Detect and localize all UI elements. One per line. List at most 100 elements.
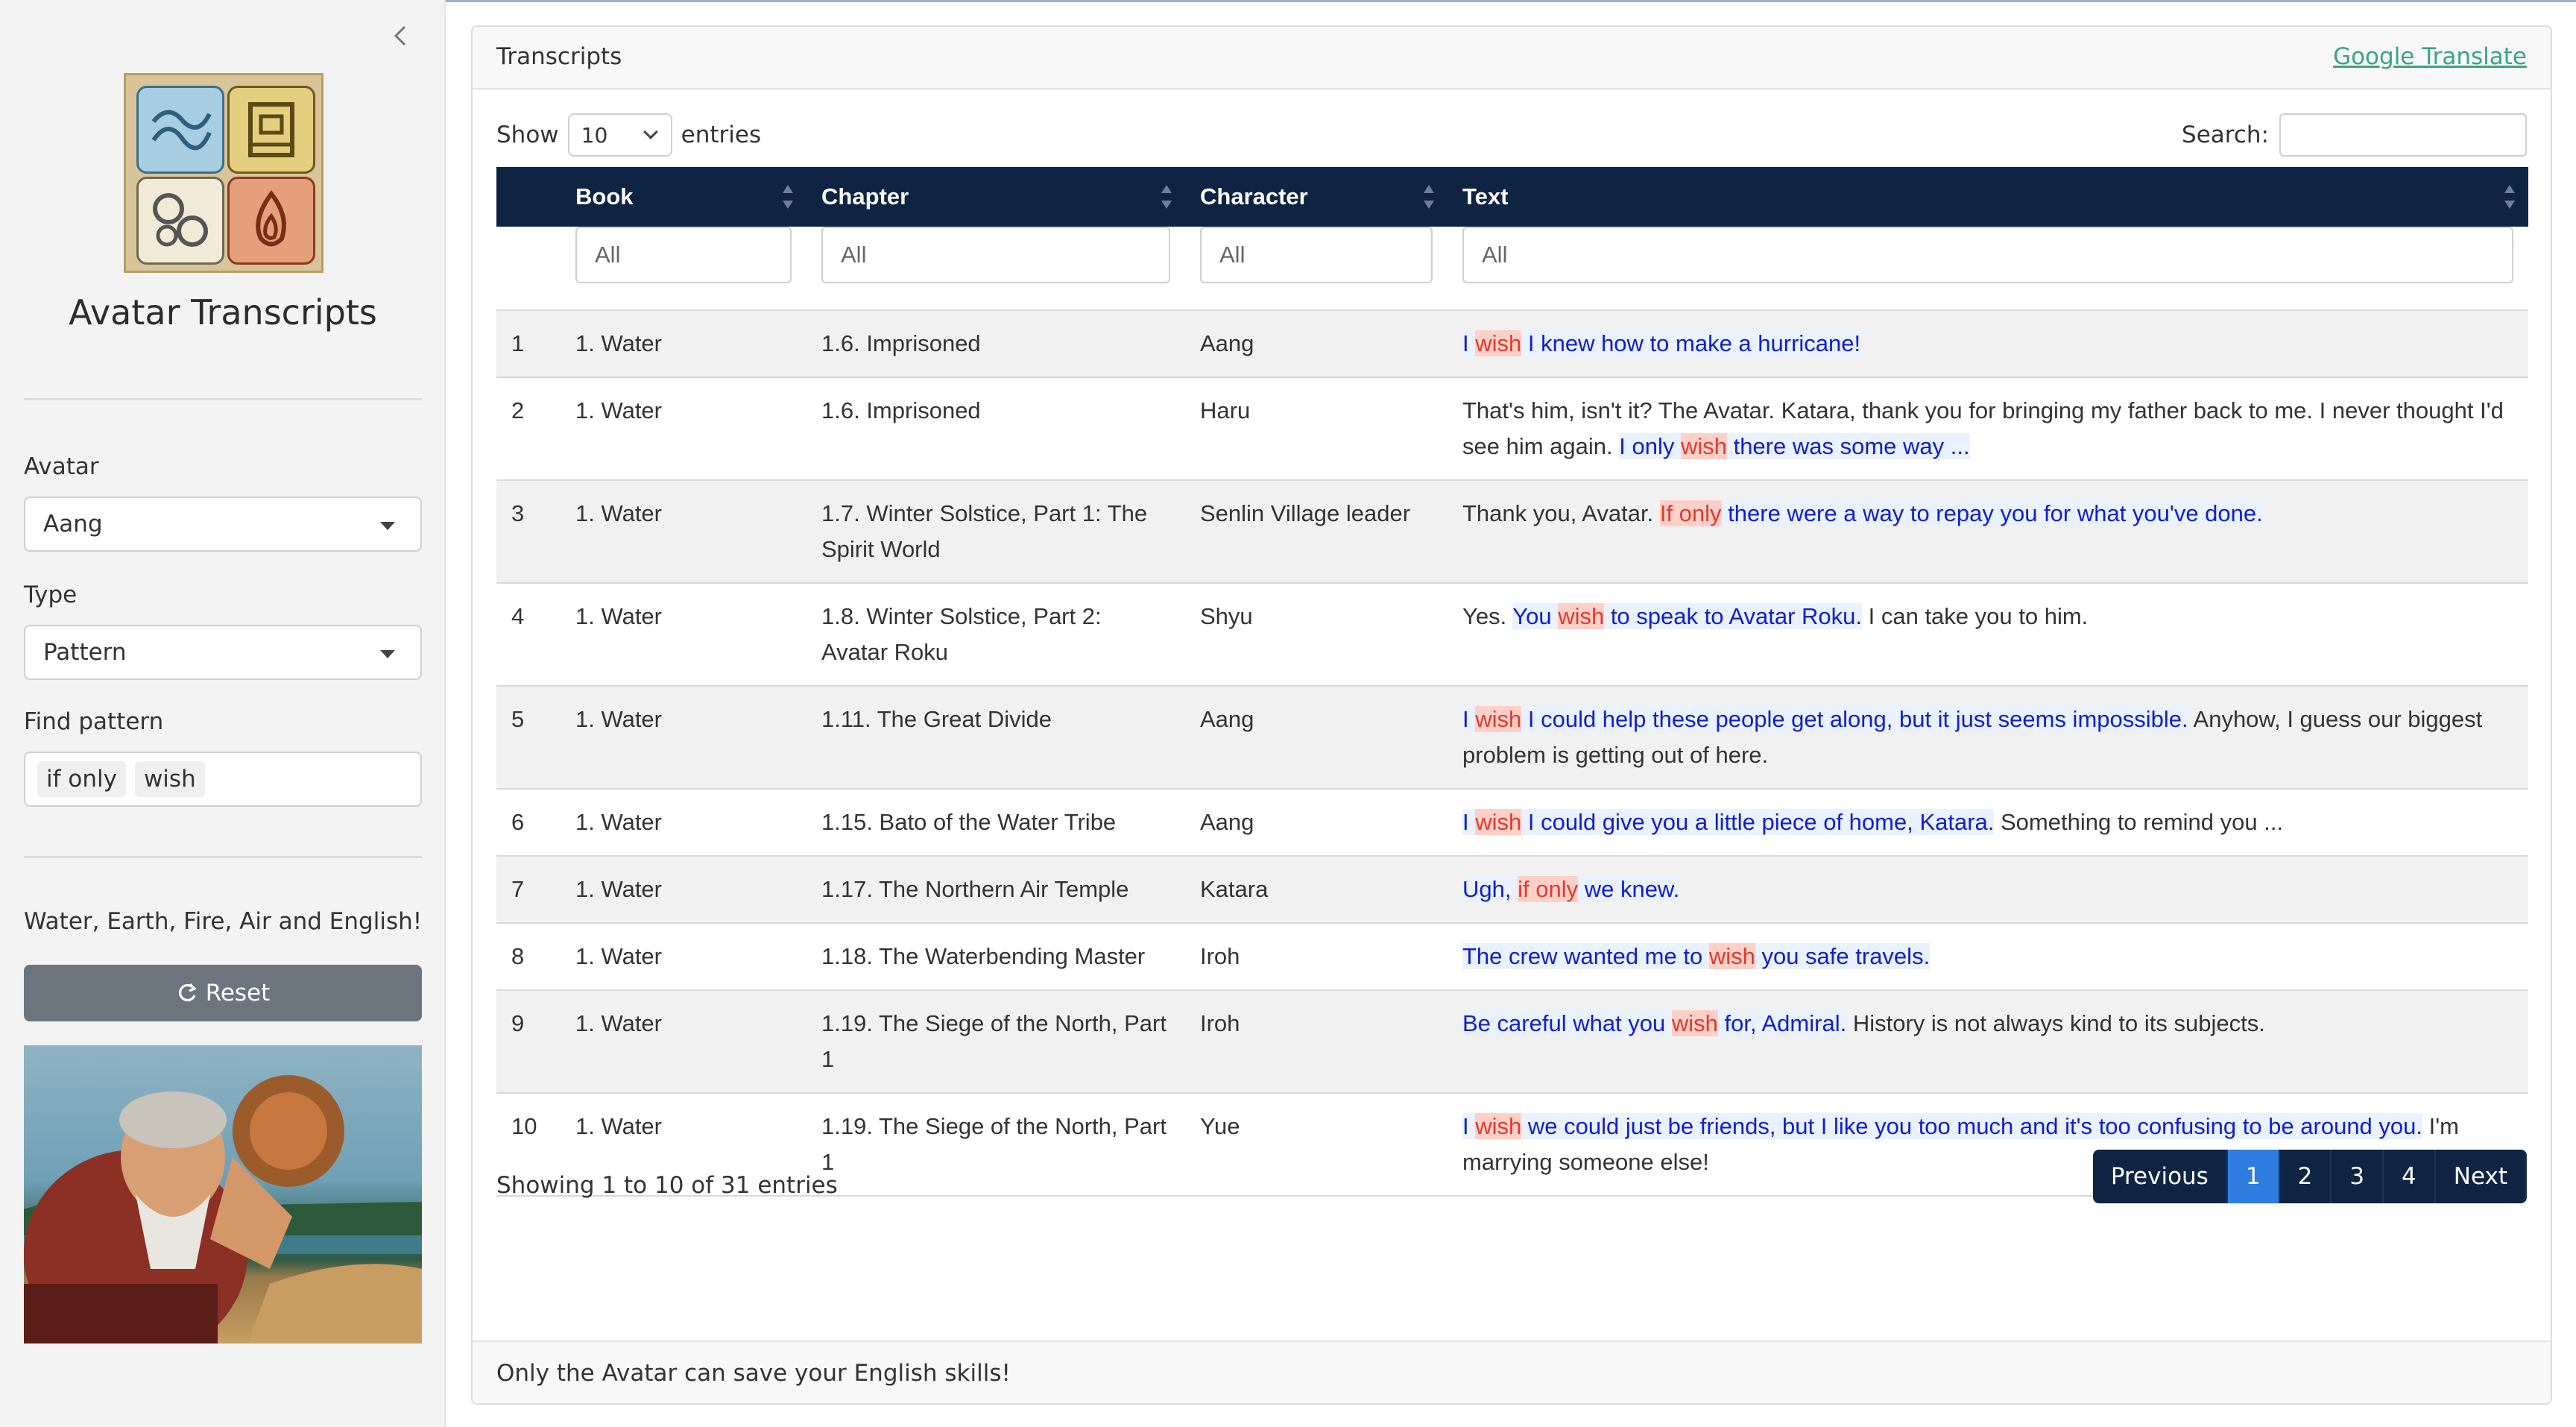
header-book[interactable]: Book: [561, 167, 806, 227]
table-row: 8 1. Water 1.18. The Waterbending Master Ir…: [496, 923, 2528, 991]
search-input[interactable]: [2279, 113, 2527, 157]
refresh-icon: [178, 983, 197, 1002]
character-cell: Aang: [1185, 789, 1448, 857]
book-filter-input[interactable]: All: [575, 227, 792, 283]
table-row: 4 1. Water 1.8. Winter Solstice, Part 2: A…: [496, 583, 2528, 687]
book-cell: 1. Water: [561, 377, 806, 481]
matched-sentence: I: [1462, 706, 1476, 732]
search-label: Search:: [2182, 122, 2269, 148]
header-chapter-label: Chapter: [821, 183, 909, 210]
character-cell: Shyu: [1185, 583, 1448, 687]
book-cell: 1. Water: [561, 480, 806, 584]
page-button-4[interactable]: 4: [2384, 1150, 2436, 1203]
table-row: 7 1. Water 1.17. The Northern Air Temple Ka…: [496, 856, 2528, 924]
table-row: 1 1. Water 1.6. Imprisoned Aang I wish I kne…: [496, 310, 2528, 378]
text-filter-input[interactable]: All: [1462, 227, 2513, 283]
chevron-left-icon[interactable]: [388, 22, 414, 49]
matched-sentence: Ugh,: [1462, 876, 1518, 902]
matched-sentence: there was some way ...: [1726, 433, 1970, 459]
matched-sentence: You: [1512, 603, 1559, 629]
table-info: Showing 1 to 10 of 31 entries: [496, 1172, 838, 1199]
book-cell: 1. Water: [561, 686, 806, 790]
matched-sentence: to speak to Avatar Roku.: [1604, 603, 1863, 629]
page-length-select[interactable]: 10: [567, 113, 672, 157]
avatar-elements-logo: [124, 73, 323, 273]
matched-sentence: you safe travels.: [1755, 943, 1931, 969]
header-character[interactable]: Character: [1185, 167, 1448, 227]
matched-sentence: I: [1462, 809, 1476, 835]
character-cell: Aang: [1185, 310, 1448, 378]
water-symbol-icon: [136, 86, 224, 174]
header-text[interactable]: Text: [1448, 167, 2528, 227]
filter-cell-empty: [496, 227, 561, 311]
app-title: Avatar Transcripts: [69, 292, 377, 333]
plain-text: Something to remind you ...: [1994, 809, 2284, 835]
chapter-cell: 1.7. Winter Solstice, Part 1: The Spirit…: [806, 480, 1185, 584]
sort-icon: [1161, 185, 1172, 209]
sidebar-divider: [24, 398, 422, 400]
pattern-keyword: wish: [1671, 1010, 1718, 1036]
row-index: 6: [496, 789, 561, 857]
iroh-illustration: [24, 1045, 422, 1343]
book-cell: 1. Water: [561, 856, 806, 924]
pattern-keyword: wish: [1558, 603, 1605, 629]
type-select-value: Pattern: [43, 639, 127, 666]
book-cell: 1. Water: [561, 990, 806, 1094]
pattern-keyword: If only: [1659, 500, 1722, 526]
row-index: 9: [496, 990, 561, 1094]
row-index: 8: [496, 923, 561, 991]
chapter-cell: 1.8. Winter Solstice, Part 2: Avatar Rok…: [806, 583, 1185, 687]
sort-icon: [1424, 185, 1434, 209]
pattern-keyword: wish: [1680, 433, 1727, 459]
text-cell: Thank you, Avatar. If only there were a …: [1448, 480, 2528, 584]
matched-sentence: we could just be friends, but I like you…: [1521, 1113, 2423, 1139]
header-book-label: Book: [575, 183, 634, 210]
pattern-tag[interactable]: wish: [134, 761, 205, 797]
row-index: 3: [496, 480, 561, 584]
page-button-3[interactable]: 3: [2332, 1150, 2384, 1203]
page-button-2[interactable]: 2: [2279, 1150, 2332, 1203]
air-symbol-icon: [136, 177, 224, 265]
character-cell: Aang: [1185, 686, 1448, 790]
find-pattern-label: Find pattern: [24, 708, 164, 735]
page-button-1[interactable]: 1: [2227, 1150, 2280, 1203]
next-button[interactable]: Next: [2435, 1150, 2527, 1203]
chapter-cell: 1.18. The Waterbending Master: [806, 923, 1185, 991]
pattern-tags: if only wish: [37, 761, 205, 797]
chapter-cell: 1.11. The Great Divide: [806, 686, 1185, 790]
footer-text: Only the Avatar can save your English sk…: [496, 1360, 1011, 1387]
table-header-row: Book Chapter Character Text: [496, 167, 2528, 227]
pattern-keyword: wish: [1475, 809, 1522, 835]
text-cell: I wish I could give you a little piece o…: [1448, 789, 2528, 857]
sidebar-tagline: Water, Earth, Fire, Air and English!: [24, 908, 423, 935]
plain-text: I can take you to him.: [1862, 603, 2089, 629]
card-header: Transcripts Google Translate: [473, 27, 2551, 89]
previous-button[interactable]: Previous: [2092, 1150, 2228, 1203]
plain-text: Yes.: [1462, 603, 1513, 629]
show-label: Show: [496, 122, 559, 148]
pagination: Previous 1 2 3 4 Next: [2092, 1150, 2527, 1203]
character-cell: Yue: [1185, 1093, 1448, 1197]
avatar-select[interactable]: Aang: [24, 497, 422, 552]
chapter-filter-input[interactable]: All: [821, 227, 1170, 283]
character-filter-input[interactable]: All: [1200, 227, 1433, 283]
pattern-tag[interactable]: if only: [37, 761, 126, 797]
google-translate-link[interactable]: Google Translate: [2333, 43, 2527, 70]
pattern-input[interactable]: if only wish: [24, 752, 422, 807]
header-text-label: Text: [1462, 183, 1509, 210]
table-row: 6 1. Water 1.15. Bato of the Water Tribe Aa…: [496, 789, 2528, 857]
type-select[interactable]: Pattern: [24, 625, 422, 680]
matched-sentence: there were a way to repay you for what y…: [1721, 500, 2263, 526]
row-index: 4: [496, 583, 561, 687]
chevron-down-icon: [643, 125, 658, 139]
header-chapter[interactable]: Chapter: [806, 167, 1185, 227]
row-index: 7: [496, 856, 561, 924]
matched-sentence: I: [1462, 330, 1476, 356]
reset-button[interactable]: Reset: [24, 965, 422, 1021]
text-cell: I wish I knew how to make a hurricane!: [1448, 310, 2528, 378]
matched-sentence: I could help these people get along, but…: [1521, 706, 2188, 732]
matched-sentence: Be careful what you: [1462, 1010, 1672, 1036]
page-length-value: 10: [581, 122, 608, 148]
matched-sentence: I could give you a little piece of home,…: [1521, 809, 1995, 835]
chapter-cell: 1.15. Bato of the Water Tribe: [806, 789, 1185, 857]
